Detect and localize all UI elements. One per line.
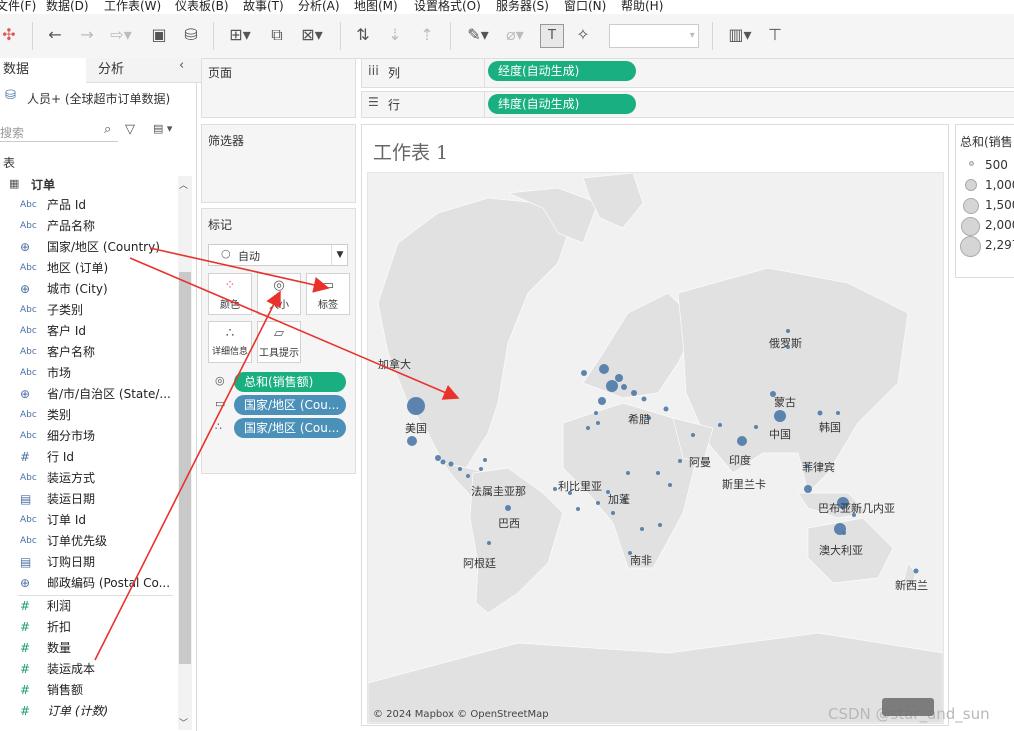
arrow-country-to-map (129, 257, 460, 400)
annotation-arrows (94, 247, 460, 661)
arrow-country-to-label (149, 247, 330, 293)
arrow-sales-to-size (94, 290, 281, 661)
